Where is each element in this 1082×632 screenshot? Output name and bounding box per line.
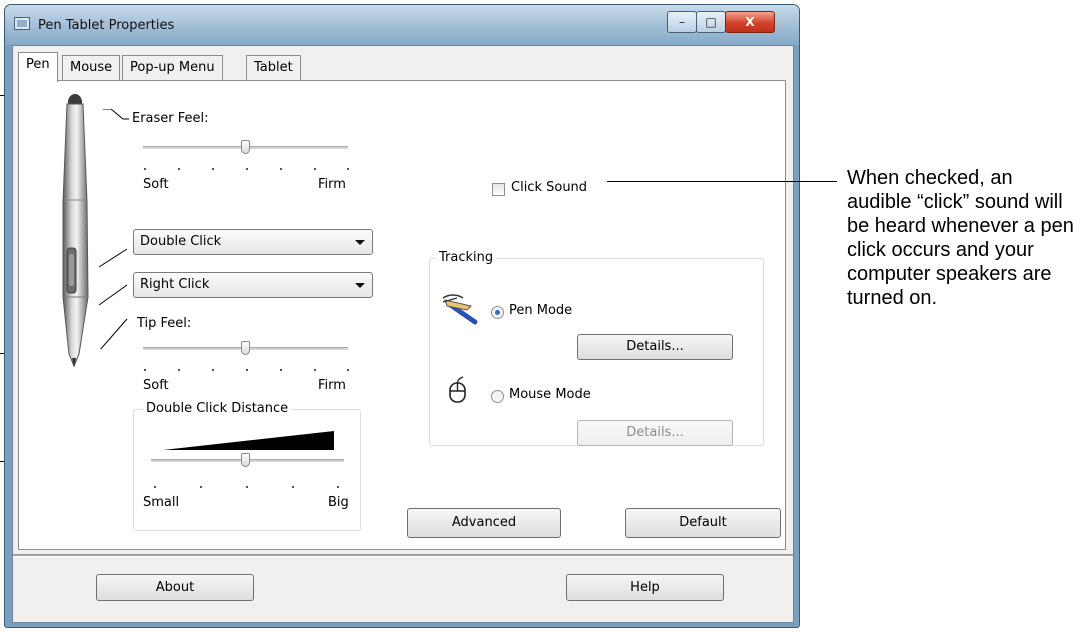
pen-mode-icon [442, 294, 478, 325]
tab-pop-up-menu[interactable]: Pop-up Menu [122, 55, 223, 81]
default-button[interactable]: Default [625, 508, 781, 538]
tip-feel-min-label: Soft [143, 378, 169, 393]
eraser-feel-slider-thumb[interactable] [241, 140, 250, 154]
upper-button-value: Double Click [140, 234, 222, 249]
distance-wedge-graphic [163, 431, 334, 450]
about-button[interactable]: About [96, 574, 254, 601]
tip-tick [178, 369, 180, 371]
tip-feel-label: Tip Feel: [137, 316, 192, 331]
window-title: Pen Tablet Properties [38, 18, 175, 33]
pen-mode-details-button[interactable]: Details... [577, 334, 733, 360]
client-area: Pen Mouse Pop-up Menu Tablet Eraser Feel… [12, 45, 794, 623]
eraser-tick [246, 168, 248, 170]
footer-separator [13, 554, 793, 557]
tab-pen[interactable]: Pen [18, 52, 58, 82]
pen-mode-radio[interactable] [491, 306, 504, 319]
distance-tick [292, 486, 294, 488]
click-sound-label[interactable]: Click Sound [511, 180, 587, 195]
distance-tick [154, 486, 156, 488]
tip-tick [246, 369, 248, 371]
pen-mode-label[interactable]: Pen Mode [509, 303, 572, 318]
tip-tick [280, 369, 282, 371]
tip-feel-slider-thumb[interactable] [241, 341, 250, 355]
tab-tablet[interactable]: Tablet [246, 55, 301, 81]
double-click-distance-max-label: Big [328, 495, 349, 510]
mouse-mode-details-button[interactable]: Details... [577, 420, 733, 446]
double-click-distance-min-label: Small [143, 495, 180, 510]
pen-part-leader-lines [98, 109, 129, 349]
click-sound-callout-text: When checked, an audible “click” sound w… [847, 167, 1074, 309]
mouse-mode-icon [449, 376, 466, 403]
pen-tab-panel: Eraser Feel: Soft Firm Double Click Righ… [18, 80, 786, 550]
eraser-tick [347, 168, 349, 170]
double-click-distance-slider-thumb[interactable] [241, 453, 250, 467]
upper-button-dropdown[interactable]: Double Click [133, 229, 373, 255]
callout-line-click-sound [607, 181, 837, 182]
help-button[interactable]: Help [566, 574, 724, 601]
close-button[interactable]: X [725, 11, 775, 33]
tip-tick [144, 369, 146, 371]
tab-mouse[interactable]: Mouse [62, 55, 121, 81]
minimize-button[interactable]: – [667, 11, 697, 33]
tracking-title: Tracking [436, 250, 497, 265]
distance-tick [200, 486, 202, 488]
eraser-tick [280, 168, 282, 170]
lower-button-value: Right Click [140, 277, 210, 292]
chevron-down-icon [355, 283, 365, 288]
maximize-button[interactable]: □ [696, 11, 726, 33]
distance-tick [246, 486, 248, 488]
lower-button-dropdown[interactable]: Right Click [133, 272, 373, 298]
advanced-button[interactable]: Advanced [407, 508, 561, 538]
tip-tick [347, 369, 349, 371]
eraser-tick [314, 168, 316, 170]
mouse-mode-radio[interactable] [491, 390, 504, 403]
tip-feel-max-label: Firm [318, 378, 346, 393]
tablet-app-icon [14, 17, 30, 30]
click-sound-checkbox[interactable] [492, 183, 505, 196]
tip-tick [212, 369, 214, 371]
eraser-tick [178, 168, 180, 170]
eraser-tick [144, 168, 146, 170]
title-bar[interactable]: Pen Tablet Properties – □ X [5, 5, 799, 45]
eraser-feel-max-label: Firm [318, 177, 346, 192]
double-click-distance-title: Double Click Distance [143, 401, 292, 416]
eraser-tick [212, 168, 214, 170]
distance-tick [337, 486, 339, 488]
pen-tablet-properties-window: Pen Tablet Properties – □ X Pen Mouse Po… [4, 4, 800, 628]
eraser-feel-label: Eraser Feel: [132, 111, 209, 126]
mouse-mode-label[interactable]: Mouse Mode [509, 387, 591, 402]
eraser-feel-min-label: Soft [143, 177, 169, 192]
chevron-down-icon [355, 240, 365, 245]
double-click-distance-group [133, 409, 361, 531]
tip-tick [314, 369, 316, 371]
